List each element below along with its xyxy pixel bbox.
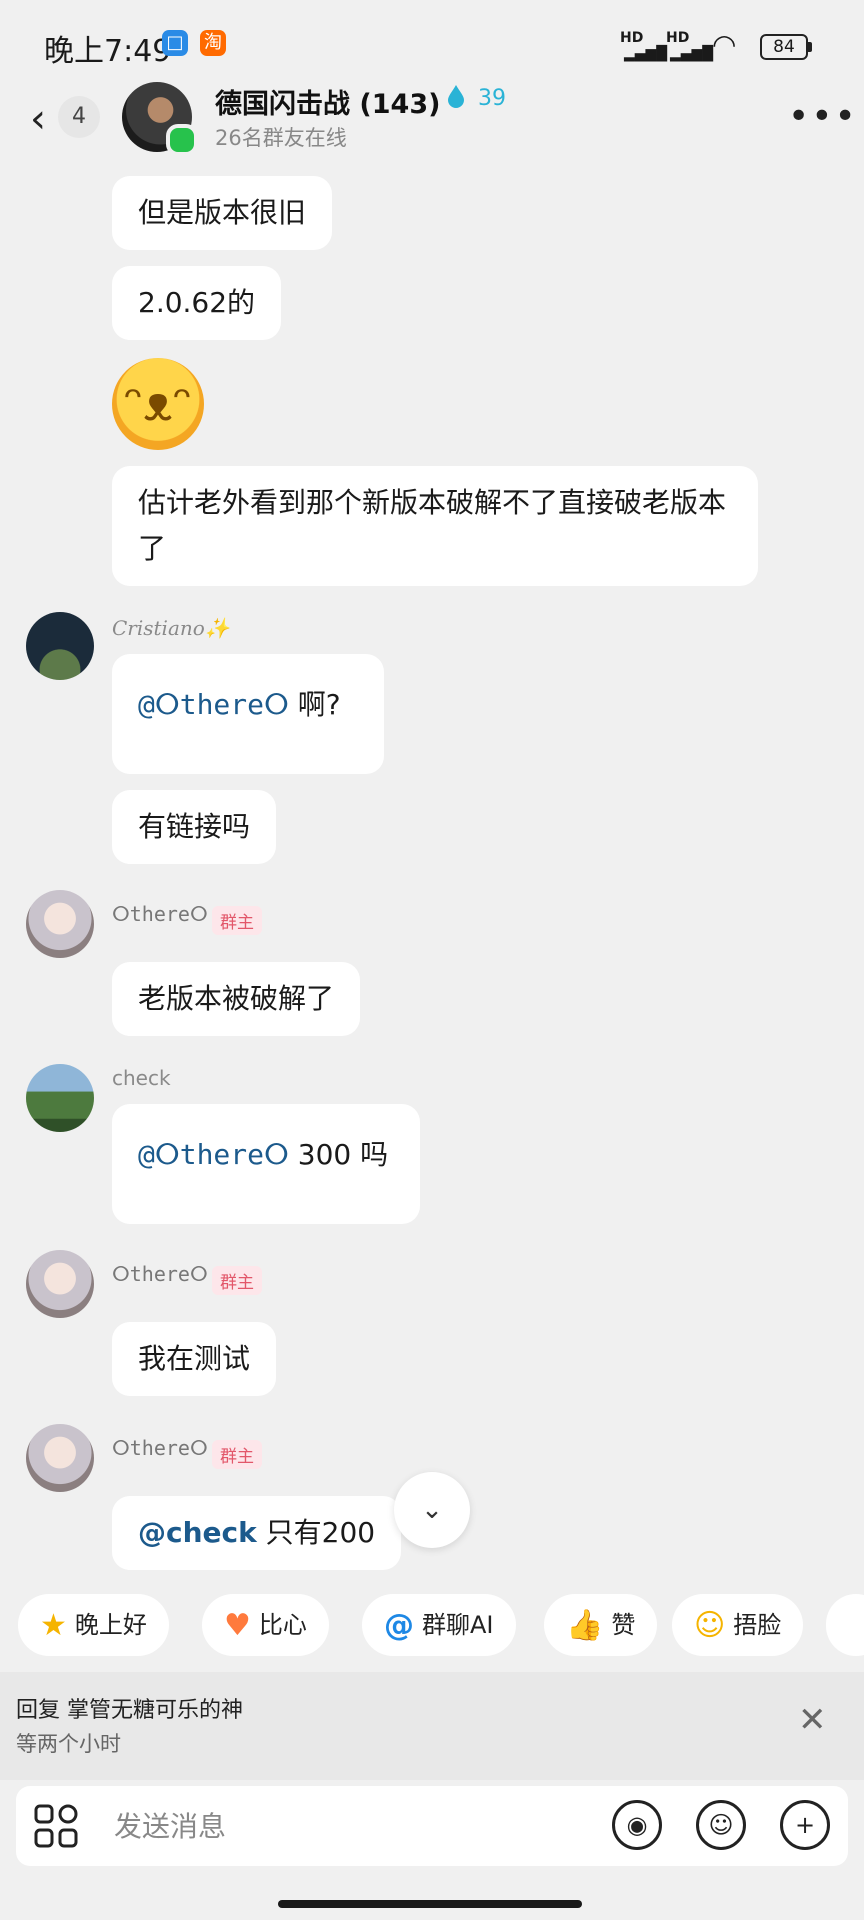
status-bar: 晚上7:49 □ 淘 HD ▂▄▆█ HD ▂▄▆█ ◠ 84 (0, 0, 864, 80)
signal-icon-2: HD (666, 30, 690, 46)
message-input[interactable] (112, 1804, 596, 1850)
message-bubble[interactable]: 有链接吗 (112, 790, 277, 864)
avatar-there[interactable] (26, 1424, 94, 1492)
water-drop-icon (448, 85, 464, 108)
status-time: 晚上7:49 (44, 34, 172, 69)
avatar-there[interactable] (26, 890, 94, 958)
taobao-icon: 淘 (200, 30, 226, 56)
message-bubble[interactable]: @ⵔthereⵔ 300 吗 (112, 1104, 420, 1224)
chip-group-ai[interactable]: @ 群聊AI (362, 1594, 516, 1656)
sweat-grin-emoji[interactable]: ᵔᴥᵔ (112, 358, 204, 450)
message-text: 啊? (288, 688, 341, 721)
unread-count-badge[interactable]: 4 (58, 96, 100, 138)
home-indicator (278, 1900, 582, 1908)
chip-like[interactable]: 👍 赞 (544, 1594, 658, 1656)
signal-bars-icon: ▂▄▆█ (624, 46, 668, 62)
plus-icon[interactable]: + (780, 1800, 830, 1850)
message-text: 300 吗 (288, 1138, 389, 1171)
mention-link[interactable]: @ⵔthereⵔ (138, 688, 289, 721)
online-members-count: 26名群友在线 (215, 126, 347, 150)
scroll-to-bottom-button[interactable]: ⌄ (394, 1472, 470, 1548)
chip-heart[interactable]: ♥ 比心 (202, 1594, 329, 1656)
chip-facepalm[interactable]: ☺ 捂脸 (672, 1594, 804, 1656)
more-options-icon[interactable]: ••• (788, 96, 858, 137)
voice-icon[interactable]: ◉ (612, 1800, 662, 1850)
owner-badge: 群主 (212, 1440, 262, 1469)
signal-bars-icon-2: ▂▄▆█ (670, 46, 714, 62)
activity-count: 39 (478, 86, 506, 111)
owner-badge: 群主 (212, 1266, 262, 1295)
message-bubble[interactable]: @ⵔthereⵔ 啊? (112, 654, 384, 774)
mention-link[interactable]: @check (138, 1516, 257, 1549)
message-bubble[interactable]: 老版本被破解了 (112, 962, 361, 1036)
group-title[interactable]: 德国闪击战 (143) (215, 82, 440, 121)
message-text: 只有200 (256, 1516, 376, 1549)
reply-quote: 等两个小时 (16, 1732, 121, 1756)
message-bubble[interactable]: 2.0.62的 (112, 266, 282, 340)
message-bubble[interactable]: 估计老外看到那个新版本破解不了直接破老版本了 (112, 466, 758, 586)
chip-partial[interactable] (826, 1594, 864, 1656)
apps-grid-icon[interactable] (34, 1804, 78, 1848)
wifi-icon: ◠ (712, 28, 737, 61)
message-bubble[interactable]: 我在测试 (112, 1322, 277, 1396)
back-icon[interactable]: ‹ (30, 96, 46, 142)
sender-name: check (112, 1066, 171, 1090)
sender-name: ⵔthereⵔ (112, 1436, 208, 1460)
avatar-check[interactable] (26, 1064, 94, 1132)
signal-icon: HD (620, 30, 644, 46)
sender-name: ⵔthereⵔ (112, 902, 208, 926)
thumbs-up-icon: 👍 (566, 1608, 604, 1643)
facepalm-icon: ☺ (694, 1608, 726, 1643)
sender-name: ⵔthereⵔ (112, 1262, 208, 1286)
emoji-icon[interactable]: ☺ (696, 1800, 746, 1850)
chip-good-evening[interactable]: ★ 晚上好 (18, 1594, 169, 1656)
avatar-there[interactable] (26, 1250, 94, 1318)
at-icon: @ (384, 1608, 414, 1643)
battery-icon: 84 (760, 34, 808, 60)
reply-target: 回复 掌管无糖可乐的神 (16, 1698, 243, 1723)
avatar-cristiano[interactable] (26, 612, 94, 680)
owner-badge: 群主 (212, 906, 262, 935)
online-indicator (166, 124, 198, 156)
message-bubble[interactable]: @check 只有200 (112, 1496, 402, 1570)
message-bubble[interactable]: 但是版本很旧 (112, 176, 333, 250)
heart-icon: ♥ (224, 1608, 251, 1643)
notification-app-icon: □ (162, 30, 188, 56)
star-icon: ★ (40, 1608, 67, 1643)
sender-name: Cristiano✨ (112, 616, 230, 640)
battery-tip (808, 42, 812, 52)
close-icon[interactable]: ✕ (798, 1700, 827, 1740)
reply-bar (0, 1672, 864, 1780)
mention-link[interactable]: @ⵔthereⵔ (138, 1138, 289, 1171)
